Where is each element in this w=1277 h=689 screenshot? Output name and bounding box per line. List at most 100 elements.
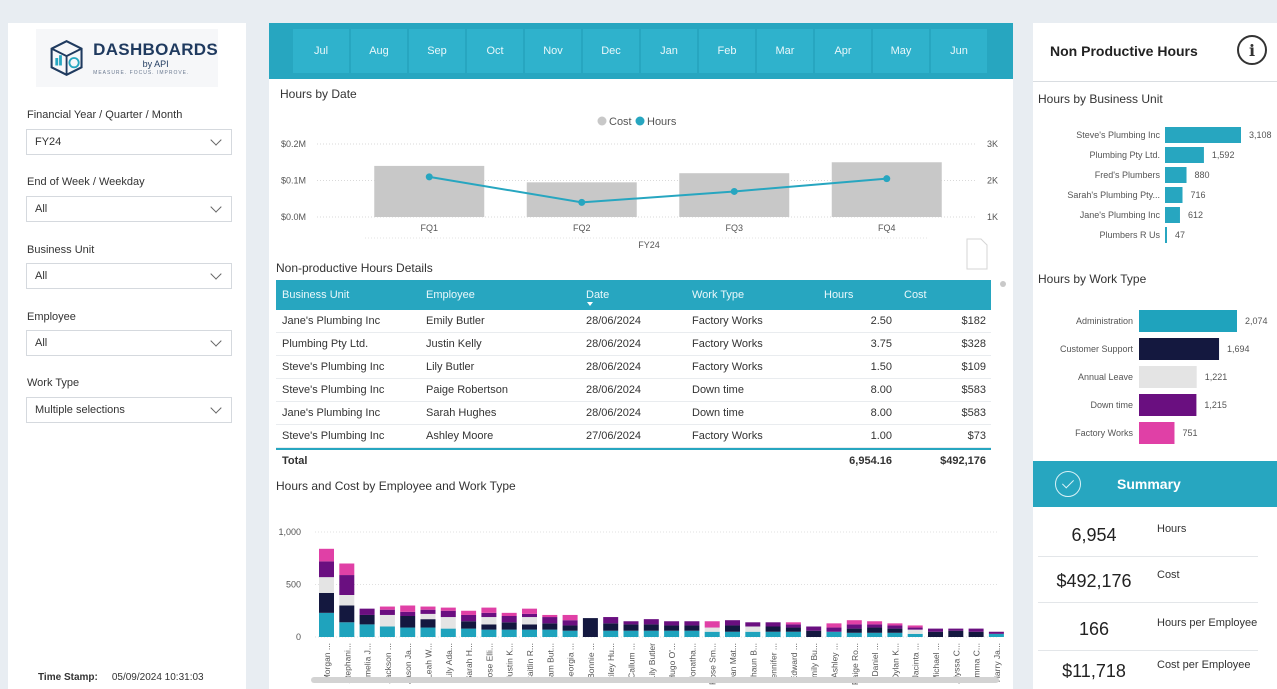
- table-scrollbar[interactable]: [1000, 281, 1006, 287]
- logo-tagline: MEASURE. FOCUS. IMPROVE.: [93, 69, 190, 76]
- column-header[interactable]: Business Unit: [282, 280, 349, 310]
- table-cell: Down time: [692, 407, 744, 419]
- stacked-segment: [440, 607, 456, 611]
- table-row[interactable]: Plumbing Pty Ltd. Justin Kelly 28/06/2024 F…: [276, 333, 991, 356]
- stacked-segment: [339, 595, 355, 606]
- financial-year-value: FY24: [35, 136, 62, 148]
- stacked-segment: [481, 624, 497, 630]
- bar-value-label: 716: [1191, 190, 1206, 200]
- stacked-segment: [704, 627, 720, 632]
- stacked-segment: [400, 616, 416, 628]
- month-button[interactable]: Dec: [583, 29, 639, 73]
- employee-label: Leah W...: [424, 643, 434, 679]
- stacked-segment: [420, 613, 436, 620]
- stacked-segment: [339, 622, 355, 637]
- employee-label: Ashley ...: [830, 643, 840, 678]
- bar-category-label: Factory Works: [1075, 428, 1133, 438]
- table-row[interactable]: Steve's Plumbing Inc Ashley Moore 27/06/20…: [276, 425, 991, 448]
- hours-point: [425, 173, 433, 181]
- x-tick: FQ1: [420, 223, 438, 233]
- bar: [1139, 366, 1197, 388]
- table-row[interactable]: Jane's Plumbing Inc Emily Butler 28/06/202…: [276, 310, 991, 333]
- summary-value: 6,954: [1071, 525, 1117, 545]
- column-header[interactable]: Hours: [824, 280, 853, 310]
- stacked-segment: [339, 575, 355, 595]
- end-of-week-value: All: [35, 203, 48, 215]
- month-button[interactable]: Feb: [699, 29, 755, 73]
- summary-label: Hours per Employee: [1157, 617, 1258, 629]
- table-cell: $583: [961, 384, 986, 396]
- bar: [1165, 167, 1187, 183]
- table-cell: $328: [961, 338, 986, 350]
- stacked-segment: [948, 630, 964, 637]
- table-cell: 28/06/2024: [586, 338, 642, 350]
- stacked-segment: [319, 548, 334, 562]
- stacked-segment: [522, 624, 537, 630]
- table-cell: Down time: [692, 384, 744, 396]
- stacked-segment: [684, 621, 700, 626]
- month-button[interactable]: Jul: [293, 29, 349, 73]
- column-header[interactable]: Work Type: [692, 280, 744, 310]
- month-button[interactable]: Jan: [641, 29, 697, 73]
- logo-title: DASHBOARDS: [93, 39, 218, 59]
- table-cell: Factory Works: [692, 361, 763, 373]
- month-button[interactable]: Apr: [815, 29, 871, 73]
- month-button[interactable]: Aug: [351, 29, 407, 73]
- summary-row-hours: 6,954 Hours: [1038, 513, 1258, 557]
- info-icon[interactable]: i: [1237, 35, 1267, 65]
- table-cell: Ashley Moore: [426, 430, 494, 442]
- bar-category-label: Plumbers R Us: [1099, 230, 1160, 240]
- legend-hours-label: Hours: [647, 116, 677, 128]
- stacked-segment: [664, 630, 680, 637]
- stacked-segment: [846, 624, 862, 629]
- stacked-segment: [461, 610, 477, 615]
- financial-year-dropdown[interactable]: FY24: [26, 129, 232, 155]
- bar-category-label: Plumbing Pty Ltd.: [1089, 150, 1160, 160]
- stacked-segment: [481, 607, 497, 613]
- end-of-week-dropdown[interactable]: All: [26, 196, 232, 222]
- table-header: Business Unit Employee Date Work Type Hours C…: [276, 280, 991, 310]
- table-cell: 3.75: [870, 338, 892, 350]
- right-panel-title: Non Productive Hours: [1050, 43, 1198, 59]
- y-right-tick: 1K: [987, 212, 998, 222]
- stacked-segment: [623, 624, 639, 631]
- stacked-segment: [765, 626, 781, 632]
- summary-label: Cost per Employee: [1157, 659, 1251, 671]
- table-cell: Justin Kelly: [426, 338, 482, 350]
- table-cell: Steve's Plumbing Inc: [282, 384, 385, 396]
- hours-by-date-title: Hours by Date: [280, 87, 357, 101]
- month-button[interactable]: Nov: [525, 29, 581, 73]
- bar-category-label: Annual Leave: [1078, 372, 1133, 382]
- month-button[interactable]: Sep: [409, 29, 465, 73]
- month-button[interactable]: May: [873, 29, 929, 73]
- table-cell: 1.00: [870, 430, 892, 442]
- work-type-dropdown[interactable]: Multiple selections: [26, 397, 232, 423]
- logo-subtitle: by API: [142, 58, 169, 69]
- table-row[interactable]: Steve's Plumbing Inc Paige Robertson 28/06…: [276, 379, 991, 402]
- stacked-segment: [339, 605, 355, 623]
- column-header[interactable]: Cost: [904, 280, 927, 310]
- stacked-segment: [826, 631, 842, 637]
- bar-category-label: Fred's Plumbers: [1095, 170, 1161, 180]
- bar-category-label: Steve's Plumbing Inc: [1076, 130, 1160, 140]
- stacked-segment: [359, 624, 375, 637]
- month-button[interactable]: Jun: [931, 29, 987, 73]
- stacked-segment: [522, 629, 537, 637]
- document-icon: [966, 238, 988, 270]
- column-header[interactable]: Employee: [426, 280, 475, 310]
- month-button[interactable]: Oct: [467, 29, 523, 73]
- bar-category-label: Jane's Plumbing Inc: [1080, 210, 1161, 220]
- horizontal-scrollbar[interactable]: [311, 677, 999, 683]
- chevron-down-icon: [210, 268, 222, 280]
- table-cell: Paige Robertson: [426, 384, 508, 396]
- table-row[interactable]: Jane's Plumbing Inc Sarah Hughes 28/06/202…: [276, 402, 991, 425]
- stacked-segment: [785, 627, 801, 632]
- stacked-segment: [684, 630, 700, 637]
- employee-dropdown[interactable]: All: [26, 330, 232, 356]
- table-row[interactable]: Steve's Plumbing Inc Lily Butler 28/06/202…: [276, 356, 991, 379]
- stacked-segment: [420, 627, 436, 637]
- y-left-tick: $0.1M: [281, 176, 306, 186]
- month-button[interactable]: Mar: [757, 29, 813, 73]
- business-unit-dropdown[interactable]: All: [26, 263, 232, 289]
- table-cell: Factory Works: [692, 338, 763, 350]
